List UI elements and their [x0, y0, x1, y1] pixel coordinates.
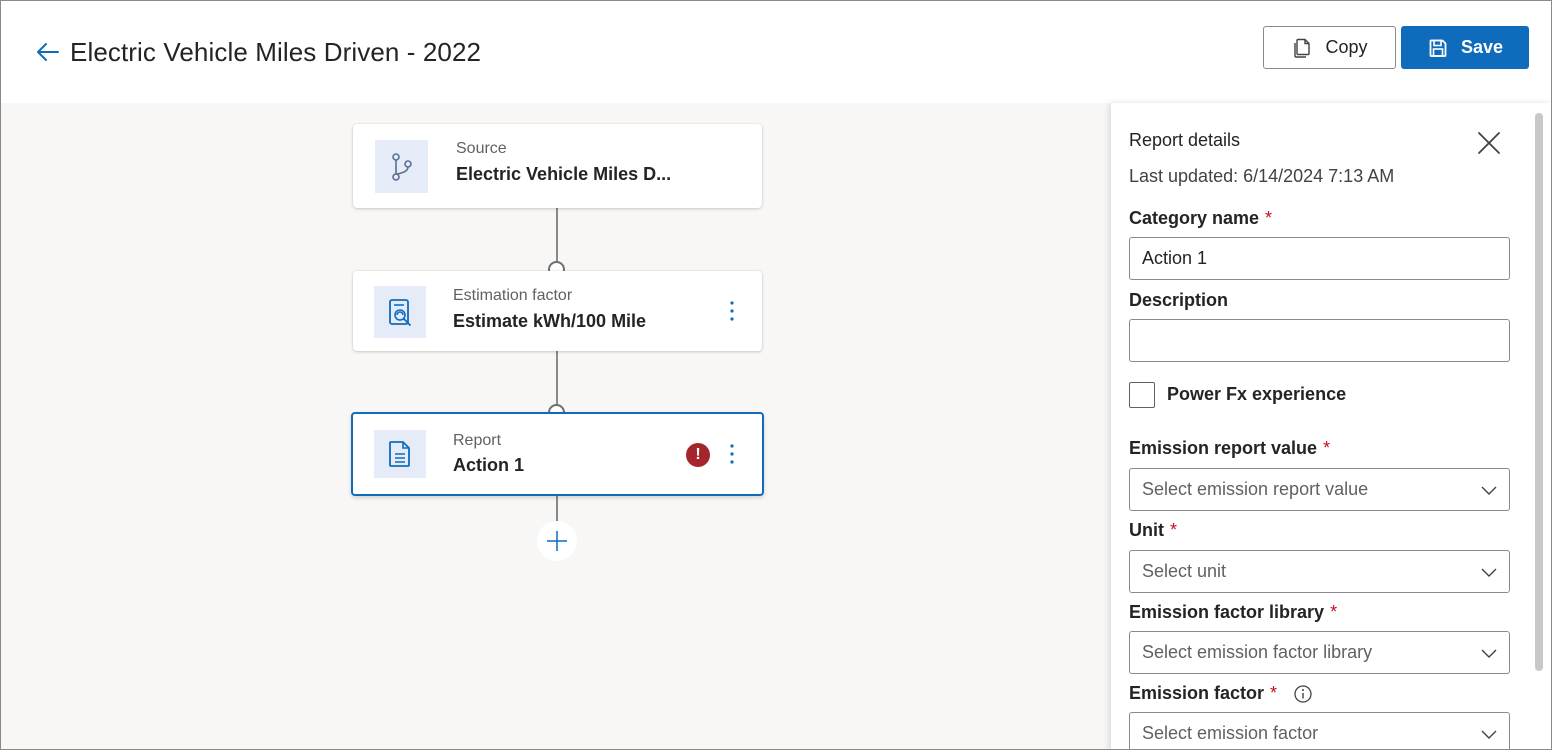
copy-icon: [1291, 37, 1313, 59]
chevron-down-icon: [1481, 568, 1497, 577]
category-name-input[interactable]: Action 1: [1129, 237, 1510, 280]
app-window: Electric Vehicle Miles Driven - 2022 Cop…: [0, 0, 1552, 750]
library-placeholder: Select emission factor library: [1142, 642, 1373, 662]
emission-report-select[interactable]: Select emission report value: [1129, 468, 1510, 511]
required-marker: *: [1265, 208, 1273, 228]
back-button[interactable]: [31, 37, 63, 67]
library-label-text: Emission factor library: [1129, 602, 1325, 622]
more-vertical-icon: [730, 301, 734, 321]
source-icon-tile: [375, 140, 428, 193]
panel-title: Report details: [1129, 130, 1241, 150]
page-header: Electric Vehicle Miles Driven - 2022 Cop…: [1, 1, 1551, 103]
report-card[interactable]: Report Action 1 !: [351, 412, 764, 496]
library-label: Emission factor library *: [1129, 602, 1337, 623]
last-updated-text: Last updated: 6/14/2024 7:13 AM: [1129, 166, 1395, 186]
factor-label: Emission factor *: [1129, 683, 1313, 704]
error-icon: !: [686, 443, 710, 467]
report-details-panel: Report details Last updated: 6/14/2024 7…: [1111, 103, 1551, 749]
estimation-card[interactable]: Estimation factor Estimate kWh/100 Mile: [353, 271, 762, 351]
chevron-down-icon: [1481, 486, 1497, 495]
add-step-button[interactable]: [537, 521, 577, 561]
category-name-label: Category name *: [1129, 208, 1272, 229]
document-icon: [389, 441, 410, 467]
panel-scrollbar[interactable]: [1535, 113, 1543, 671]
save-button[interactable]: Save: [1401, 26, 1529, 69]
source-title: Electric Vehicle Miles D...: [456, 164, 672, 184]
close-panel-button[interactable]: [1473, 127, 1505, 159]
connector-line: [556, 207, 558, 269]
save-icon: [1427, 37, 1449, 59]
source-kicker: Source: [456, 140, 507, 157]
power-fx-checkbox[interactable]: [1129, 382, 1155, 408]
arrow-left-icon: [37, 43, 59, 61]
required-marker: *: [1323, 438, 1331, 458]
factor-label-text: Emission factor: [1129, 683, 1265, 703]
estimation-title: Estimate kWh/100 Mile: [453, 311, 647, 331]
close-icon: [1478, 132, 1500, 154]
required-marker: *: [1270, 683, 1278, 703]
more-vertical-icon: [730, 444, 734, 464]
category-name-value: Action 1: [1142, 248, 1208, 268]
estimation-more-button[interactable]: [722, 296, 742, 326]
page-title: Electric Vehicle Miles Driven - 2022: [70, 37, 482, 67]
estimation-kicker: Estimation factor: [453, 287, 573, 304]
emission-report-label-text: Emission report value: [1129, 438, 1318, 458]
copy-button-label: Copy: [1325, 37, 1368, 57]
save-button-label: Save: [1460, 37, 1504, 57]
emission-report-placeholder: Select emission report value: [1142, 479, 1369, 499]
flow-canvas: Source Electric Vehicle Miles D... Estim…: [1, 103, 1111, 749]
source-card[interactable]: Source Electric Vehicle Miles D...: [353, 124, 762, 208]
emission-report-label: Emission report value *: [1129, 438, 1330, 459]
estimation-icon-tile: [374, 286, 426, 338]
description-input[interactable]: [1129, 319, 1510, 362]
required-marker: *: [1330, 602, 1338, 622]
description-label: Description: [1129, 290, 1229, 310]
unit-label-text: Unit: [1129, 520, 1164, 540]
factor-select[interactable]: Select emission factor: [1129, 712, 1510, 749]
library-select[interactable]: Select emission factor library: [1129, 631, 1510, 674]
power-fx-label: Power Fx experience: [1167, 384, 1347, 404]
chevron-down-icon: [1481, 730, 1497, 739]
plus-icon: [547, 531, 567, 551]
calculator-document-icon: [389, 299, 411, 326]
report-kicker: Report: [453, 432, 502, 449]
factor-placeholder: Select emission factor: [1142, 723, 1319, 743]
required-marker: *: [1170, 520, 1178, 540]
unit-select[interactable]: Select unit: [1129, 550, 1510, 593]
chevron-down-icon: [1481, 649, 1497, 658]
connector-line: [556, 350, 558, 412]
copy-button[interactable]: Copy: [1263, 26, 1396, 69]
report-more-button[interactable]: [722, 439, 742, 469]
category-name-label-text: Category name: [1129, 208, 1260, 228]
report-icon-tile: [374, 430, 426, 478]
info-icon[interactable]: [1293, 684, 1313, 704]
branch-icon: [391, 152, 412, 181]
unit-placeholder: Select unit: [1142, 561, 1227, 581]
unit-label: Unit *: [1129, 520, 1177, 541]
report-title: Action 1: [453, 455, 525, 475]
